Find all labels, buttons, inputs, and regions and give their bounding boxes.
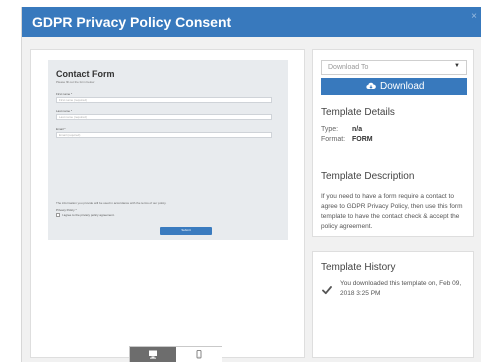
close-icon[interactable]: × [471, 11, 477, 22]
email-placeholder: Email (required) [59, 133, 81, 137]
first-name-placeholder: First name (required) [59, 98, 88, 102]
email-field: Email (required) [56, 132, 272, 138]
format-value: FORM [352, 136, 373, 143]
device-toggle [129, 346, 222, 362]
first-name-label: First name * [56, 92, 73, 96]
desktop-view-button[interactable] [130, 347, 176, 362]
first-name-field: First name (required) [56, 97, 272, 103]
type-label: Type: [321, 126, 339, 133]
download-button[interactable]: Download [321, 78, 467, 95]
template-history-title: Template History [321, 262, 396, 273]
form-subtitle: Please fill out the form below [56, 80, 95, 84]
privacy-checkbox [56, 213, 60, 217]
form-submit-button: Submit [160, 227, 212, 235]
template-info-panel: Download To ▼ Download Template Details … [312, 49, 474, 237]
history-entry: You downloaded this template on, Feb 09,… [340, 280, 462, 297]
cloud-download-icon [366, 82, 376, 90]
download-button-label: Download [380, 81, 425, 92]
last-name-field: Last name (required) [56, 114, 272, 120]
privacy-checkbox-label: I agree to the privacy policy agreement. [62, 213, 115, 217]
type-value: n/a [352, 126, 363, 133]
template-description-text: If you need to have a form require a con… [321, 193, 463, 230]
download-to-select[interactable]: Download To ▼ [321, 60, 467, 75]
format-label: Format: [321, 136, 346, 143]
preview-form: Contact Form Please fill out the form be… [48, 60, 288, 240]
last-name-label: Last name * [56, 109, 73, 113]
mobile-view-button[interactable] [176, 347, 222, 362]
template-preview: Contact Form Please fill out the form be… [30, 49, 305, 362]
privacy-label: Privacy Policy * [56, 208, 77, 212]
modal: GDPR Privacy Policy Consent × Contact Fo… [21, 7, 481, 362]
form-submit-label: Submit [181, 228, 191, 232]
download-to-value: Download To [328, 64, 369, 71]
template-history-panel: Template History You downloaded this tem… [312, 251, 474, 358]
template-details-title: Template Details [321, 107, 395, 118]
template-description-title: Template Description [321, 171, 415, 182]
modal-header: GDPR Privacy Policy Consent × [22, 7, 481, 37]
chevron-down-icon: ▼ [454, 63, 460, 69]
mobile-icon [196, 350, 202, 359]
form-note: The information you provide will be used… [56, 201, 167, 205]
checkmark-icon [322, 286, 332, 295]
email-label: Email * [56, 127, 66, 131]
modal-body: Contact Form Please fill out the form be… [22, 37, 481, 362]
desktop-icon [149, 350, 157, 359]
form-title: Contact Form [56, 69, 115, 79]
last-name-placeholder: Last name (required) [59, 115, 87, 119]
modal-title: GDPR Privacy Policy Consent [32, 14, 232, 30]
